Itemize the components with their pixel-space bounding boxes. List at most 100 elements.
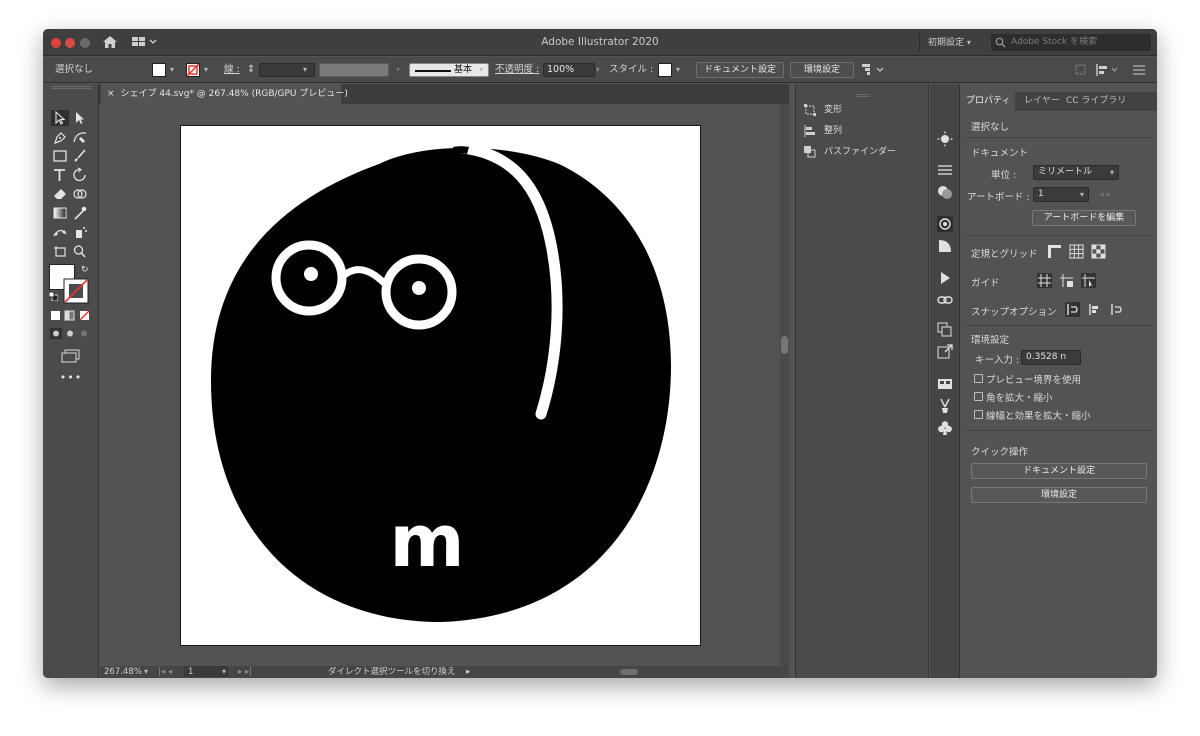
selection-tool-icon[interactable]: [51, 110, 69, 126]
stroke-color-box[interactable]: [63, 278, 89, 304]
workspace-dropdown[interactable]: 初期設定 ▾: [919, 33, 989, 52]
artboard[interactable]: m: [180, 125, 701, 646]
checkbox-scale-corners[interactable]: [974, 392, 983, 401]
blend-tool-icon[interactable]: [51, 224, 69, 240]
tab-layers[interactable]: レイヤー: [1019, 92, 1065, 111]
vertical-scrollbar[interactable]: [780, 104, 789, 666]
document-settings-button[interactable]: ドキュメント設定: [696, 62, 784, 78]
links-icon[interactable]: [937, 292, 953, 308]
panel-menu-icon[interactable]: [1133, 65, 1145, 75]
transparency-grid-icon[interactable]: [1091, 244, 1106, 259]
paintbrush-tool-icon[interactable]: [71, 148, 89, 164]
lock-guides-icon[interactable]: [1059, 273, 1074, 288]
key-input-field[interactable]: 0.3528 n: [1021, 350, 1081, 365]
first-artboard-nav[interactable]: |◂ ◂: [158, 666, 172, 678]
edit-toolbar-icon[interactable]: •••: [43, 371, 99, 384]
default-colors-icon[interactable]: [49, 292, 58, 301]
panel-grip[interactable]: [856, 94, 870, 97]
grid-icon[interactable]: [1069, 244, 1084, 259]
swap-fill-stroke-icon[interactable]: ↻: [81, 265, 89, 275]
artboard-dropdown[interactable]: 1 ▾: [1033, 187, 1089, 202]
transparency-icon[interactable]: [937, 184, 953, 200]
stroke-label[interactable]: 線 :: [224, 57, 240, 83]
stroke-panel-icon[interactable]: [937, 162, 953, 178]
symbol-sprayer-tool-icon[interactable]: [71, 224, 89, 240]
eraser-tool-icon[interactable]: [51, 186, 69, 202]
edit-artboards-button[interactable]: アートボードを編集: [1032, 210, 1136, 226]
units-dropdown[interactable]: ミリメートル ▾: [1033, 165, 1119, 180]
toolbar-grip[interactable]: [51, 86, 91, 89]
actions-play-icon[interactable]: [937, 270, 953, 286]
stroke-weight-chevron[interactable]: ▾: [303, 57, 307, 83]
opacity-label[interactable]: 不透明度 :: [495, 57, 539, 83]
snap-to-glyph-icon[interactable]: [1109, 302, 1124, 317]
rotate-tool-icon[interactable]: [71, 167, 89, 183]
appearance-icon[interactable]: [937, 216, 953, 232]
artboard-prev-next-icon[interactable]: ◂ ▸: [1099, 189, 1112, 200]
checkbox-preview-bounds[interactable]: [974, 374, 983, 383]
arrange-documents-icon[interactable]: [862, 64, 886, 76]
adobe-stock-search[interactable]: Adobe Stock を検索: [991, 34, 1151, 51]
artboards-icon[interactable]: [937, 322, 953, 338]
align-panel-button[interactable]: 整列: [804, 122, 842, 140]
type-tool-icon[interactable]: [51, 167, 69, 183]
smart-guides-icon[interactable]: [1081, 273, 1096, 288]
pathfinder-panel-button[interactable]: パスファインダー: [804, 143, 896, 161]
color-mode-buttons[interactable]: [50, 310, 94, 321]
document-tab[interactable]: × シェイプ 44.svg* @ 267.48% (RGB/GPU プレビュー): [101, 84, 348, 104]
horizontal-scroll-thumb[interactable]: [620, 669, 638, 675]
quick-document-settings-button[interactable]: ドキュメント設定: [971, 463, 1147, 479]
expand-icon[interactable]: [1075, 64, 1086, 75]
quick-preferences-button[interactable]: 環境設定: [971, 487, 1147, 503]
last-artboard-nav[interactable]: ▸ ▸|: [238, 666, 252, 678]
variable-width-profile[interactable]: [319, 63, 389, 77]
curvature-tool-icon[interactable]: [71, 129, 89, 145]
close-tab-icon[interactable]: ×: [107, 89, 115, 99]
home-icon[interactable]: [102, 35, 118, 49]
tab-properties[interactable]: プロパティ: [961, 92, 1016, 111]
eyedropper-tool-icon[interactable]: [71, 205, 89, 221]
screen-mode-icon[interactable]: [61, 349, 81, 363]
snap-to-pixel-icon[interactable]: [1087, 302, 1102, 317]
direct-selection-tool-icon[interactable]: [71, 110, 89, 126]
artboard-tool-icon[interactable]: [51, 243, 69, 259]
zoom-window-button[interactable]: [80, 38, 90, 48]
tab-cc-libraries[interactable]: CC ライブラリ: [1061, 92, 1131, 111]
align-options-icon[interactable]: [1095, 63, 1119, 77]
draw-mode-buttons[interactable]: [50, 328, 94, 339]
snap-to-point-icon[interactable]: [1065, 302, 1080, 317]
opacity-arrow-icon[interactable]: ›: [596, 57, 600, 83]
pen-tool-icon[interactable]: [51, 129, 69, 145]
fill-dropdown-chevron[interactable]: ▾: [170, 57, 174, 83]
graphic-style-swatch[interactable]: [658, 63, 672, 77]
zoom-level[interactable]: 267.48%: [104, 666, 142, 678]
stroke-dropdown-chevron[interactable]: ▾: [204, 57, 208, 83]
rulers-icon[interactable]: [1047, 244, 1062, 259]
stroke-stepper[interactable]: ⇕: [247, 57, 255, 83]
symbols-club-icon[interactable]: [937, 420, 953, 436]
graphic-styles-icon[interactable]: [937, 238, 953, 254]
artboard-number-chevron[interactable]: ▾: [222, 666, 226, 678]
workspace-switcher-icon[interactable]: [132, 36, 158, 48]
libraries-icon[interactable]: [937, 376, 953, 392]
fill-swatch[interactable]: [152, 63, 166, 77]
zoom-tool-icon[interactable]: [71, 243, 89, 259]
artwork-face[interactable]: m: [181, 126, 702, 647]
graphic-style-chevron[interactable]: ▾: [676, 57, 680, 83]
zoom-chevron[interactable]: ▾: [144, 666, 148, 678]
vertical-scroll-thumb[interactable]: [781, 336, 788, 354]
minimize-window-button[interactable]: [65, 38, 75, 48]
close-window-button[interactable]: [51, 38, 61, 48]
checkbox-scale-strokes[interactable]: [974, 410, 983, 419]
export-icon[interactable]: [937, 344, 953, 360]
status-menu-arrow[interactable]: ▸: [466, 666, 470, 678]
preferences-button[interactable]: 環境設定: [790, 62, 854, 78]
show-guides-icon[interactable]: [1037, 273, 1052, 288]
brush-chevron[interactable]: ▾: [479, 57, 483, 83]
opacity-field[interactable]: 100%: [543, 63, 595, 77]
gradient-tool-icon[interactable]: [51, 205, 69, 221]
canvas-area[interactable]: m: [100, 104, 780, 666]
brushes-icon[interactable]: [937, 398, 953, 414]
transform-panel-button[interactable]: 変形: [804, 101, 842, 119]
brush-definition[interactable]: 基本: [409, 63, 489, 77]
